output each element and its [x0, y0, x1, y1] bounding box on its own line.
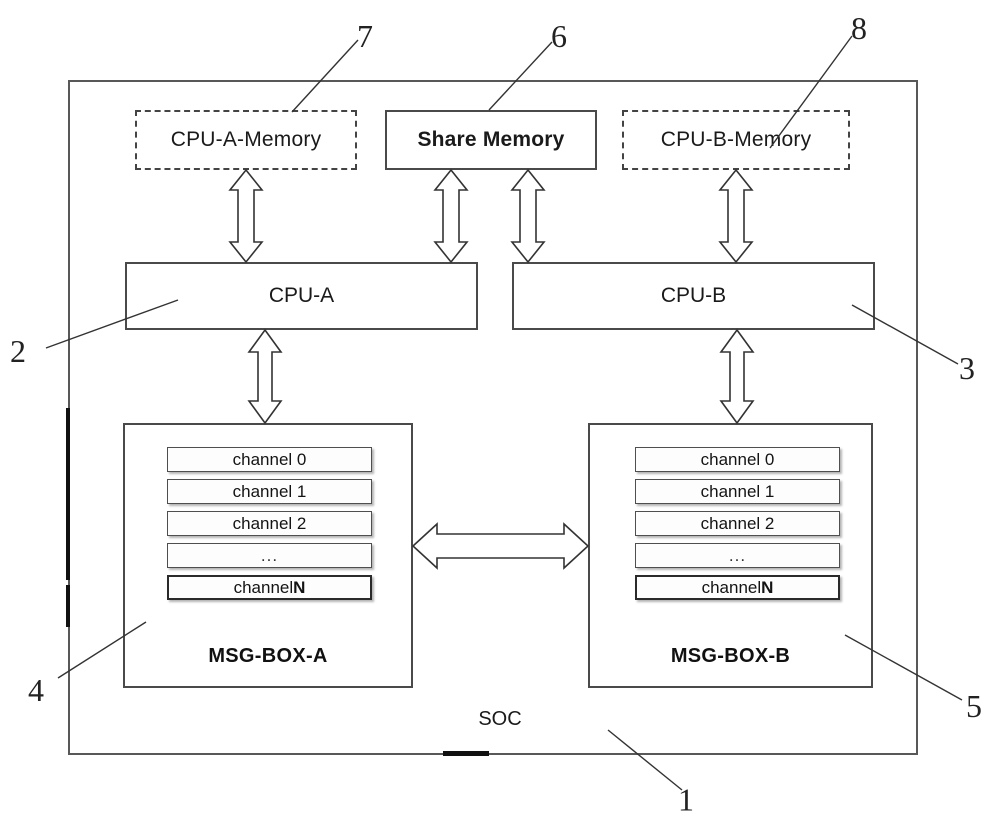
diagram-canvas: SOC CPU-A-Memory Share Memory CPU-B-Memo…: [0, 0, 1000, 827]
cpu-a-memory-label: CPU-A-Memory: [170, 128, 322, 151]
msg-box-a-channel-0: channel 0: [167, 447, 372, 472]
callout-label-8: 8: [851, 10, 867, 46]
callout-label-1: 1: [678, 781, 694, 818]
msg-box-a-channel-list: channel 0 channel 1 channel 2 ... channe…: [167, 447, 372, 607]
msg-box-a-channel-1: channel 1: [167, 479, 372, 504]
callout-label-6: 6: [551, 18, 567, 54]
msg-box-b-label: MSG-BOX-B: [670, 645, 791, 667]
cpu-a-memory-block: CPU-A-Memory: [135, 110, 357, 170]
msg-box-a-label: MSG-BOX-A: [208, 645, 328, 667]
soc-bottom-edge-mark: [443, 751, 489, 756]
cpu-b-block: CPU-B: [512, 262, 875, 330]
share-memory-block: Share Memory: [385, 110, 597, 170]
msg-box-a-block: channel 0 channel 1 channel 2 ... channe…: [123, 423, 413, 688]
soc-left-edge-mark: [66, 408, 70, 580]
callout-label-2: 2: [10, 333, 26, 369]
cpu-a-label: CPU-A: [268, 284, 335, 307]
msg-box-b-channel-ellipsis: ...: [635, 543, 840, 568]
msg-box-b-channel-2: channel 2: [635, 511, 840, 536]
callout-label-4: 4: [28, 672, 44, 708]
msg-box-a-channel-ellipsis: ...: [167, 543, 372, 568]
msg-box-b-channel-0: channel 0: [635, 447, 840, 472]
share-memory-label: Share Memory: [417, 128, 565, 151]
cpu-b-memory-block: CPU-B-Memory: [622, 110, 850, 170]
callout-label-5: 5: [966, 688, 982, 724]
callout-label-3: 3: [959, 350, 975, 386]
soc-left-edge-mark-2: [66, 585, 70, 627]
msg-box-b-channel-list: channel 0 channel 1 channel 2 ... channe…: [635, 447, 840, 607]
msg-box-a-channel-n: channel N: [167, 575, 372, 600]
cpu-a-block: CPU-A: [125, 262, 478, 330]
cpu-b-label: CPU-B: [660, 284, 727, 307]
soc-label: SOC: [478, 708, 522, 730]
msg-box-b-channel-1: channel 1: [635, 479, 840, 504]
msg-box-a-channel-2: channel 2: [167, 511, 372, 536]
msg-box-b-block: channel 0 channel 1 channel 2 ... channe…: [588, 423, 873, 688]
msg-box-b-channel-n: channel N: [635, 575, 840, 600]
callout-label-7: 7: [357, 18, 373, 54]
cpu-b-memory-label: CPU-B-Memory: [660, 128, 812, 151]
